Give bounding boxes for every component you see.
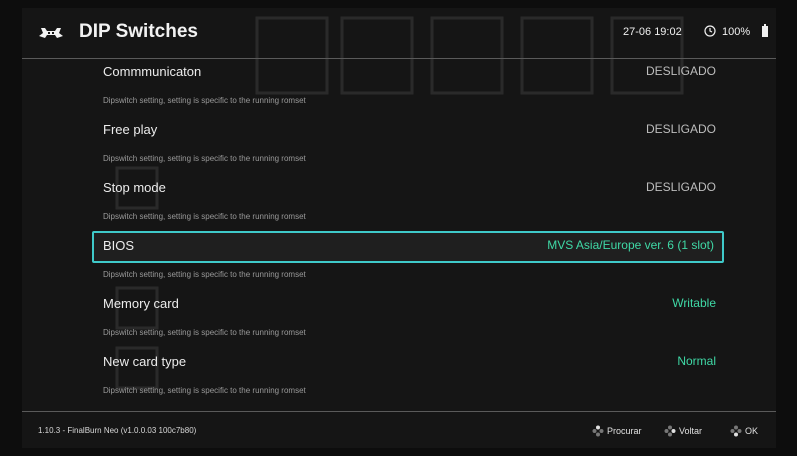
item-label: Free play: [103, 122, 158, 137]
item-label: Commmunicaton: [103, 64, 202, 79]
item-description: Dipswitch setting, setting is specific t…: [103, 328, 306, 337]
item-description: Dipswitch setting, setting is specific t…: [103, 96, 306, 105]
list-item-stop-mode[interactable]: Stop mode DESLIGADO Dipswitch setting, s…: [92, 177, 726, 233]
list-item-memory-card[interactable]: Memory card Writable Dipswitch setting, …: [92, 293, 726, 349]
item-value: Normal: [677, 354, 716, 368]
core-status-text: 1.10.3 - FinalBurn Neo (v1.0.0.03 100c7b…: [38, 426, 197, 435]
battery-icon: [762, 24, 768, 37]
item-value: DESLIGADO: [645, 180, 716, 194]
item-description: Dipswitch setting, setting is specific t…: [103, 212, 306, 221]
ok-hint[interactable]: OK: [730, 425, 758, 437]
item-label: Stop mode: [103, 180, 166, 195]
item-label: New card type: [103, 354, 187, 369]
back-hint[interactable]: Voltar: [664, 425, 702, 437]
list-item-new-card-type[interactable]: New card type Normal Dipswitch setting, …: [92, 351, 726, 407]
item-label: Memory card: [103, 296, 179, 311]
ok-hint-label: OK: [745, 426, 759, 436]
clock-text: 27-06 19:02: [623, 26, 682, 38]
page-title: DIP Switches: [79, 21, 198, 42]
gamepad-button-icon: [592, 425, 604, 437]
battery-text: 100%: [722, 26, 751, 38]
list-item-communication[interactable]: Commmunicaton DESLIGADO Dipswitch settin…: [92, 61, 726, 117]
gamepad-button-icon: [730, 425, 742, 437]
search-hint-label: Procurar: [607, 426, 642, 436]
item-value: Writable: [672, 296, 716, 310]
list-item-free-play[interactable]: Free play DESLIGADO Dipswitch setting, s…: [92, 119, 726, 175]
item-description: Dipswitch setting, setting is specific t…: [103, 154, 306, 163]
gamepad-button-icon: [664, 425, 676, 437]
window: DIP Switches 27-06 19:02 100% Commmunica…: [22, 8, 776, 448]
item-description: Dipswitch setting, setting is specific t…: [103, 270, 306, 279]
clock-icon: [704, 25, 716, 37]
item-value: DESLIGADO: [645, 122, 716, 136]
header-bar: DIP Switches 27-06 19:02 100%: [22, 8, 776, 59]
item-description: Dipswitch setting, setting is specific t…: [103, 386, 306, 395]
search-hint[interactable]: Procurar: [592, 425, 642, 437]
item-label: BIOS: [103, 238, 135, 253]
item-value: MVS Asia/Europe ver. 6 (1 slot): [547, 238, 714, 252]
item-value: DESLIGADO: [645, 64, 716, 78]
footer-bar: 1.10.3 - FinalBurn Neo (v1.0.0.03 100c7b…: [22, 411, 776, 448]
list-item-bios[interactable]: BIOS MVS Asia/Europe ver. 6 (1 slot) Dip…: [92, 231, 726, 291]
retroarch-logo-icon: [39, 28, 63, 38]
back-hint-label: Voltar: [679, 426, 703, 436]
